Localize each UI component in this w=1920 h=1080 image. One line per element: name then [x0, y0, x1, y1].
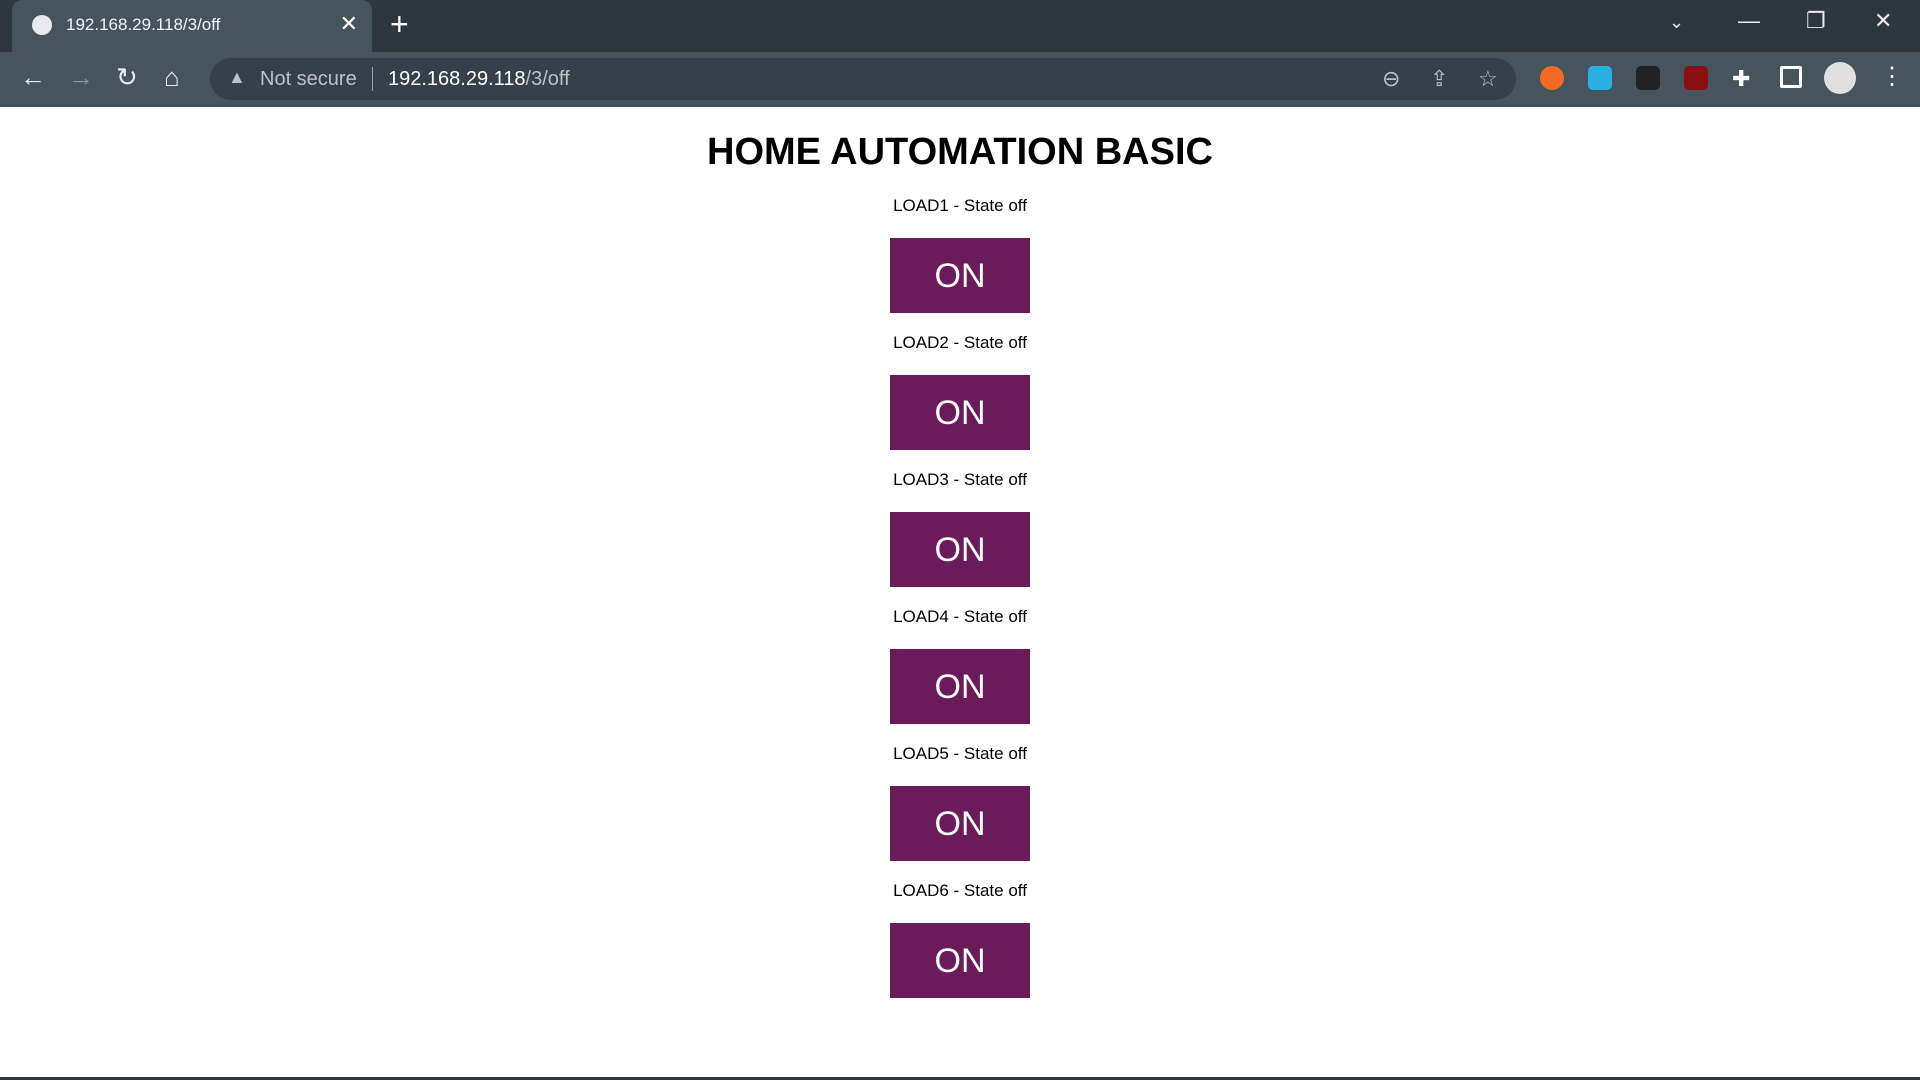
tab-bar: 192.168.29.118/3/off ✕ + ⌄ — ❐ ✕	[0, 0, 1920, 52]
restore-icon[interactable]: ❐	[1806, 8, 1826, 34]
warning-icon: ▲	[228, 67, 246, 87]
cast-extension-icon[interactable]	[1588, 66, 1612, 90]
minimize-icon[interactable]: —	[1738, 8, 1760, 34]
side-panel-icon[interactable]	[1780, 66, 1802, 88]
page-content: HOME AUTOMATION BASIC LOAD1 - State off …	[0, 107, 1920, 1078]
load-state-label: LOAD4 - State off	[893, 607, 1027, 626]
load-item: LOAD5 - State off ON	[0, 744, 1920, 881]
divider	[372, 67, 373, 91]
load-state-label: LOAD3 - State off	[893, 470, 1027, 489]
page-title: HOME AUTOMATION BASIC	[707, 131, 1213, 173]
load-item: LOAD4 - State off ON	[0, 607, 1920, 744]
menu-kebab-icon[interactable]: ⋮	[1880, 62, 1904, 91]
load-on-button[interactable]: ON	[890, 923, 1030, 998]
load-on-button[interactable]: ON	[890, 649, 1030, 724]
browser-tab[interactable]: 192.168.29.118/3/off ✕	[12, 0, 372, 52]
url-host: 192.168.29.118	[388, 68, 526, 90]
load-state-label: LOAD5 - State off	[893, 744, 1027, 763]
home-icon[interactable]: ⌂	[164, 62, 180, 93]
ublock-extension-icon[interactable]	[1684, 66, 1708, 90]
url-text[interactable]: 192.168.29.118/3/off	[388, 68, 570, 91]
share-icon[interactable]: ⇪	[1430, 66, 1448, 92]
bookmark-star-icon[interactable]: ☆	[1478, 66, 1498, 92]
address-bar[interactable]: ▲ Not secure 192.168.29.118/3/off ⊖ ⇪ ☆	[210, 58, 1516, 100]
load-item: LOAD3 - State off ON	[0, 470, 1920, 607]
back-icon[interactable]: ←	[20, 62, 46, 93]
load-on-button[interactable]: ON	[890, 512, 1030, 587]
window-close-icon[interactable]: ✕	[1874, 8, 1892, 34]
terminal-extension-icon[interactable]	[1636, 66, 1660, 90]
close-tab-icon[interactable]: ✕	[340, 11, 358, 37]
hola-extension-icon[interactable]	[1540, 66, 1564, 90]
load-state-label: LOAD2 - State off	[893, 333, 1027, 352]
load-on-button[interactable]: ON	[890, 375, 1030, 450]
load-state-label: LOAD1 - State off	[893, 196, 1027, 215]
tab-search-icon[interactable]: ⌄	[1669, 12, 1684, 33]
load-item: LOAD2 - State off ON	[0, 333, 1920, 470]
profile-avatar[interactable]	[1824, 62, 1856, 94]
load-on-button[interactable]: ON	[890, 238, 1030, 313]
tab-title: 192.168.29.118/3/off	[66, 15, 221, 34]
load-item: LOAD1 - State off ON	[0, 196, 1920, 333]
load-on-button[interactable]: ON	[890, 786, 1030, 861]
load-list: LOAD1 - State off ON LOAD2 - State off ON…	[0, 196, 1920, 1018]
load-state-label: LOAD6 - State off	[893, 881, 1027, 900]
reload-icon[interactable]: ↻	[116, 62, 138, 93]
extensions-puzzle-icon[interactable]: ✚	[1732, 66, 1756, 91]
forward-icon[interactable]: →	[68, 62, 94, 93]
load-item: LOAD6 - State off ON	[0, 881, 1920, 1018]
toolbar: ← → ↻ ⌂ ▲ Not secure 192.168.29.118/3/of…	[0, 52, 1920, 107]
zoom-out-icon[interactable]: ⊖	[1382, 66, 1400, 92]
new-tab-button[interactable]: +	[390, 6, 409, 43]
not-secure-label[interactable]: Not secure	[260, 68, 357, 91]
url-path: /3/off	[525, 68, 570, 90]
globe-icon	[32, 15, 52, 35]
